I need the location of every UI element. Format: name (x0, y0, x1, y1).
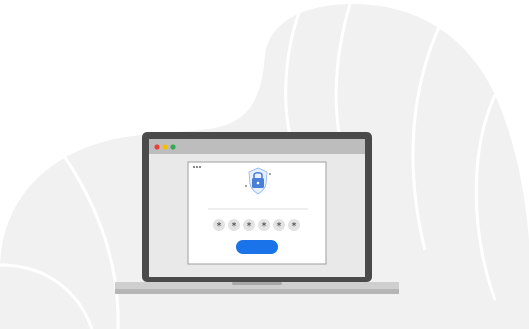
more-dots-icon (193, 166, 201, 168)
browser-dot-green (170, 144, 176, 150)
password-mask-char: * (247, 221, 252, 232)
sparkle-dot (269, 173, 271, 175)
password-mask-char: * (277, 221, 282, 232)
password-mask-char: * (292, 221, 297, 232)
browser-dot-red (154, 144, 160, 150)
laptop-base-shadow (115, 289, 399, 294)
laptop-notch (232, 282, 282, 285)
browser-dot-yellow (162, 144, 168, 150)
lock-keyhole (256, 181, 260, 185)
secure-login-illustration: * * * * * * (0, 3, 529, 329)
sparkle-dot (245, 185, 247, 187)
password-mask-char: * (232, 221, 237, 232)
laptop: * * * * * * (115, 132, 399, 294)
login-card: * * * * * * (187, 161, 327, 265)
password-mask-char: * (217, 221, 222, 232)
browser-bar (149, 139, 365, 154)
password-mask-char: * (262, 221, 267, 232)
login-button[interactable] (236, 240, 278, 254)
